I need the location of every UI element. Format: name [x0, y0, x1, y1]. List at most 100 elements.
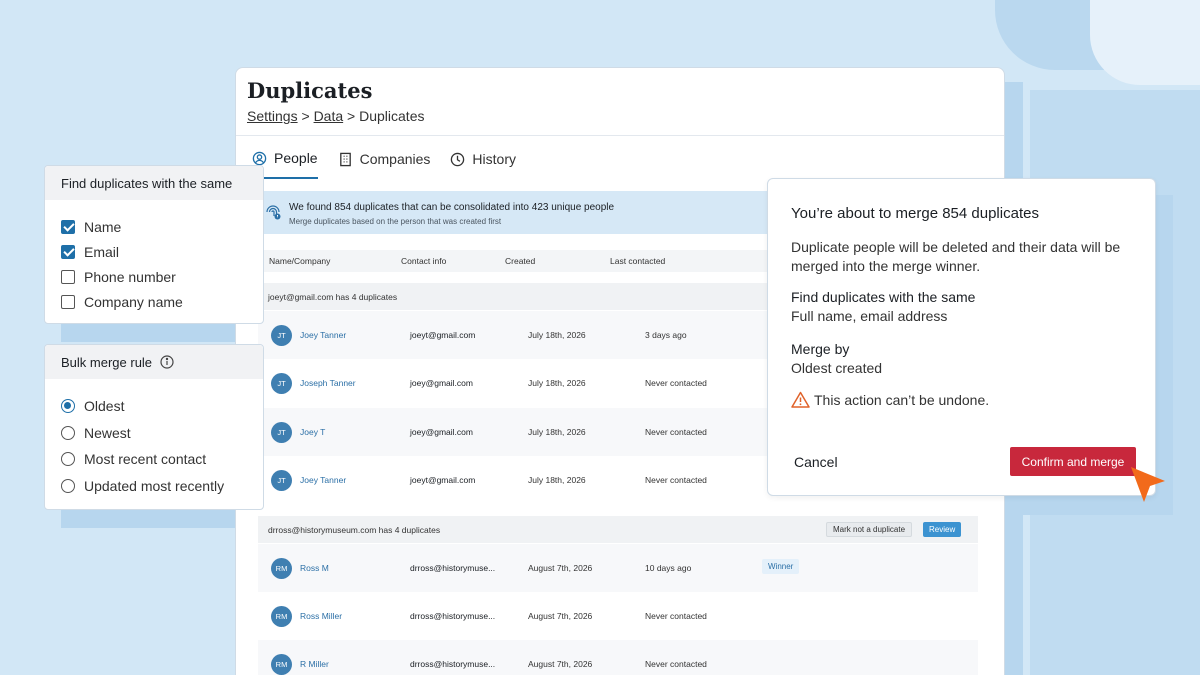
- page-title: Duplicates: [247, 78, 373, 103]
- radio-unselected[interactable]: [61, 425, 75, 440]
- created-date: August 7th, 2026: [528, 611, 593, 621]
- warning-message: This action can’t be undone.: [791, 391, 989, 408]
- contact-email: joeyt@gmail.com: [410, 475, 476, 485]
- person-icon: [252, 151, 267, 165]
- contact-name-link[interactable]: Joey Tanner: [300, 475, 346, 485]
- oldest-radio-option[interactable]: Oldest: [45, 393, 263, 420]
- breadcrumb-current: Duplicates: [359, 108, 425, 124]
- cancel-button[interactable]: Cancel: [794, 454, 838, 470]
- merge-by-value: Oldest created: [791, 360, 883, 376]
- created-date: July 18th, 2026: [528, 427, 586, 437]
- updated-recently-radio-option[interactable]: Updated most recently: [45, 473, 263, 500]
- banner-subtitle: Merge duplicates based on the person tha…: [289, 217, 502, 226]
- group-title: joeyt@gmail.com has 4 duplicates: [268, 292, 398, 302]
- contact-email: joey@gmail.com: [410, 378, 473, 388]
- tab-companies[interactable]: Companies: [338, 150, 431, 179]
- recent-contact-radio-option[interactable]: Most recent contact: [45, 446, 263, 473]
- review-button[interactable]: Review: [923, 522, 962, 537]
- last-contacted: Never contacted: [645, 475, 707, 485]
- contact-name-link[interactable]: R Miller: [300, 659, 329, 669]
- last-contacted: 3 days ago: [645, 330, 687, 340]
- avatar: RM: [271, 558, 292, 579]
- email-checkbox-option[interactable]: Email: [45, 239, 263, 264]
- winner-badge: Winner: [762, 559, 800, 574]
- radio-unselected[interactable]: [61, 452, 75, 467]
- contact-name-link[interactable]: Ross M: [300, 563, 329, 573]
- column-header: Created: [505, 256, 536, 266]
- checkbox-unchecked[interactable]: [61, 269, 75, 284]
- option-label: Most recent contact: [84, 451, 207, 468]
- checkbox-unchecked[interactable]: [61, 294, 75, 309]
- company-checkbox-option[interactable]: Company name: [45, 289, 263, 314]
- table-row[interactable]: RM Ross Miller drross@historymuse... Aug…: [258, 592, 978, 640]
- confirm-merge-button[interactable]: Confirm and merge: [1010, 447, 1136, 476]
- breadcrumb-data-link[interactable]: Data: [314, 108, 344, 124]
- find-criteria-value: Full name, email address: [791, 308, 948, 324]
- checkbox-checked[interactable]: [61, 244, 75, 259]
- dialog-description: Duplicate people will be deleted and the…: [791, 239, 1121, 274]
- fingerprint-icon: [266, 205, 281, 220]
- breadcrumb-separator: >: [301, 108, 310, 124]
- contact-name-link[interactable]: Ross Miller: [300, 611, 342, 621]
- panel-title: Find duplicates with the same: [45, 166, 263, 200]
- option-label: Name: [84, 218, 122, 235]
- contact-email: drross@historymuse...: [410, 659, 496, 669]
- duplicate-group-header: drross@historymuseum.com has 4 duplicate…: [258, 516, 978, 543]
- option-label: Updated most recently: [84, 477, 225, 494]
- background-shape: [1090, 0, 1200, 85]
- column-header: Contact info: [401, 256, 447, 266]
- contact-email: drross@historymuse...: [410, 611, 496, 621]
- created-date: August 7th, 2026: [528, 563, 593, 573]
- checkbox-checked[interactable]: [61, 219, 75, 234]
- merge-confirm-dialog: You’re about to merge 854 duplicates Dup…: [767, 178, 1156, 496]
- breadcrumb-settings-link[interactable]: Settings: [247, 108, 298, 124]
- table-row[interactable]: RM R Miller drross@historymuse... August…: [258, 640, 978, 675]
- find-duplicates-panel: Find duplicates with the same Name Email…: [44, 165, 264, 324]
- warning-text: This action can’t be undone.: [814, 391, 990, 408]
- created-date: July 18th, 2026: [528, 475, 586, 485]
- avatar: JT: [271, 422, 292, 443]
- option-label: Company name: [84, 293, 183, 310]
- panel-title: Bulk merge rule: [61, 354, 153, 370]
- radio-unselected[interactable]: [61, 478, 75, 493]
- info-icon[interactable]: [160, 355, 174, 369]
- tab-history[interactable]: History: [450, 150, 516, 179]
- banner-title: We found 854 duplicates that can be cons…: [289, 202, 615, 213]
- tab-label: History: [472, 151, 516, 167]
- radio-selected[interactable]: [61, 399, 75, 414]
- avatar: RM: [271, 606, 292, 627]
- panel-header: Bulk merge rule: [45, 345, 263, 379]
- phone-checkbox-option[interactable]: Phone number: [45, 264, 263, 289]
- find-criteria-label: Find duplicates with the same: [791, 289, 976, 305]
- contact-name-link[interactable]: Joey Tanner: [300, 330, 346, 340]
- mark-not-duplicate-button[interactable]: Mark not a duplicate: [826, 522, 913, 537]
- tab-label: People: [274, 150, 318, 166]
- contact-name-link[interactable]: Joseph Tanner: [300, 378, 356, 388]
- mouse-cursor-icon: [1131, 467, 1165, 502]
- avatar: RM: [271, 654, 292, 675]
- contact-name-link[interactable]: Joey T: [300, 427, 325, 437]
- option-label: Email: [84, 243, 120, 260]
- group-title: drross@historymuseum.com has 4 duplicate…: [268, 525, 441, 535]
- last-contacted: Never contacted: [645, 611, 707, 621]
- bulk-merge-panel: Bulk merge rule Oldest Newest Most recen…: [44, 344, 264, 510]
- clock-icon: [451, 152, 465, 166]
- column-header: Name/Company: [269, 256, 331, 266]
- last-contacted: Never contacted: [645, 378, 707, 388]
- contact-email: joey@gmail.com: [410, 427, 473, 437]
- created-date: July 18th, 2026: [528, 330, 586, 340]
- tab-label: Companies: [359, 151, 431, 167]
- avatar: JT: [271, 470, 292, 491]
- tab-bar: People Companies History: [252, 150, 516, 179]
- avatar: JT: [271, 325, 292, 346]
- duplicates-banner: We found 854 duplicates that can be cons…: [258, 191, 798, 234]
- option-label: Phone number: [84, 268, 176, 285]
- breadcrumb-separator: >: [347, 108, 356, 124]
- table-header: Name/Company Contact info Created Last c…: [258, 250, 806, 272]
- newest-radio-option[interactable]: Newest: [45, 420, 263, 447]
- warning-icon: [791, 391, 810, 408]
- name-checkbox-option[interactable]: Name: [45, 214, 263, 239]
- breadcrumb: Settings > Data > Duplicates: [247, 108, 424, 124]
- dialog-title: You’re about to merge 854 duplicates: [791, 205, 1039, 222]
- table-row[interactable]: RM Ross M drross@historymuse... August 7…: [258, 544, 978, 592]
